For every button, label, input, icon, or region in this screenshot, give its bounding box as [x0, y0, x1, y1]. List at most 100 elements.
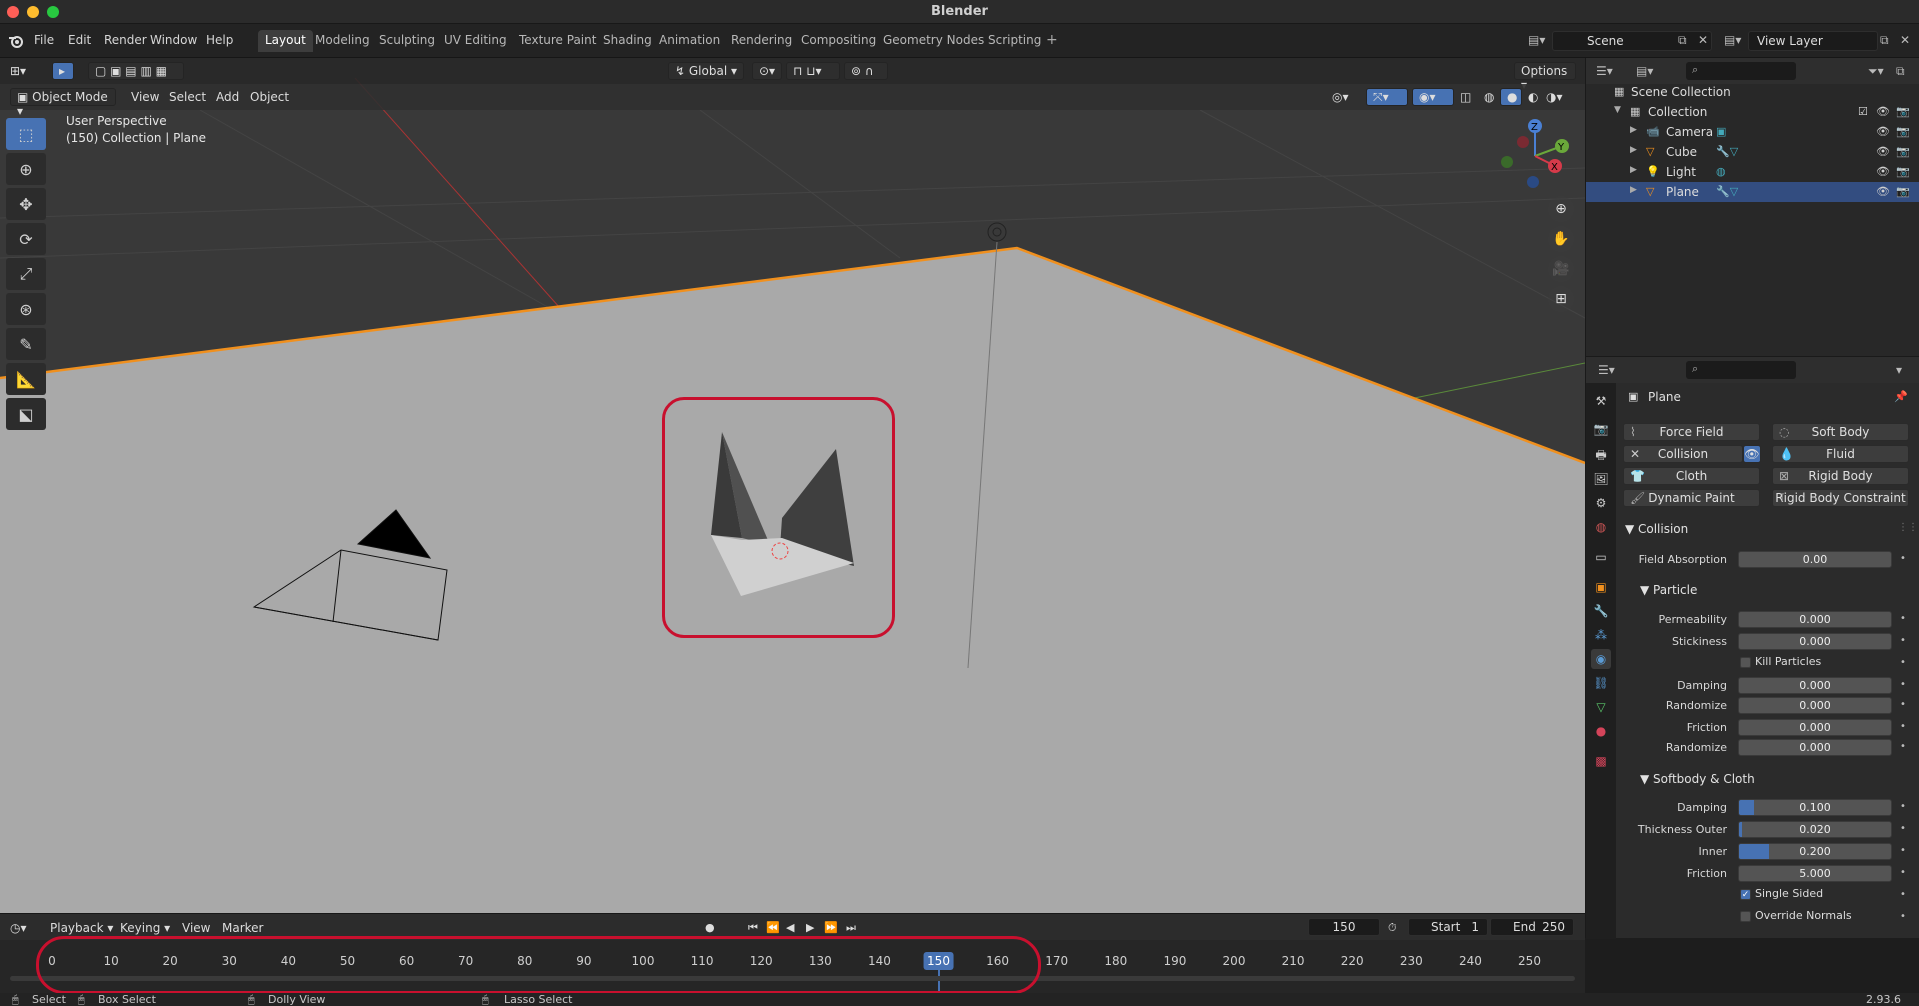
start-frame-field[interactable]: Start 1	[1408, 918, 1488, 936]
cube-expand-icon[interactable]: ▶	[1630, 145, 1637, 155]
3d-viewport[interactable]: ⊞▾ ▸ ▢ ▣ ▤ ▥ ▦ ↯ Global ▾ ⊙▾ ⊓ ⊔▾ ⊚ ∩ Op…	[0, 58, 1585, 913]
particle-panel-title[interactable]: Particle	[1653, 583, 1697, 597]
new-view-layer-icon[interactable]: ⧉	[1880, 33, 1889, 48]
light-data-icon[interactable]: ◍	[1716, 165, 1726, 178]
new-collection-icon[interactable]: ⧉	[1896, 64, 1905, 79]
outliner-scene-collection[interactable]: ▦ Scene Collection	[1586, 82, 1919, 102]
menu-edit[interactable]: Edit	[68, 33, 91, 47]
collection-checkbox-icon[interactable]: ☑	[1858, 105, 1868, 118]
texture-tab-icon[interactable]: ▩	[1591, 751, 1611, 771]
workspace-tab-layout[interactable]: Layout	[258, 30, 313, 52]
cube-visibility-icon[interactable]: 👁	[1876, 145, 1890, 158]
properties-options-icon[interactable]: ▾	[1896, 363, 1902, 377]
workspace-tab-shading[interactable]: Shading	[596, 30, 659, 52]
rotate-tool-icon[interactable]: ⟳	[6, 223, 46, 255]
transform-tool-icon[interactable]: ⊛	[6, 293, 46, 325]
collection-visibility-icon[interactable]: 👁	[1876, 105, 1890, 118]
friction-keyframe-icon[interactable]: •	[1900, 721, 1906, 732]
gizmo-toggle-icon[interactable]: ⤧▾	[1366, 88, 1408, 106]
menu-render[interactable]: Render	[104, 33, 147, 47]
overlay-toggle-icon[interactable]: ◉▾	[1412, 88, 1454, 106]
prev-keyframe-icon[interactable]: ⏪	[766, 921, 780, 934]
friction-randomize-field[interactable]: 0.000	[1738, 739, 1892, 756]
thickness-outer-keyframe-icon[interactable]: •	[1900, 823, 1906, 834]
inner-slider[interactable]: 0.200	[1738, 843, 1892, 860]
view-layer-tab-icon[interactable]: 🖼	[1591, 469, 1611, 489]
rigid-body-constraint-button[interactable]: ⊺ Rigid Body Constraint	[1772, 489, 1909, 507]
workspace-tab-texture-paint[interactable]: Texture Paint	[512, 30, 603, 52]
stickiness-keyframe-icon[interactable]: •	[1900, 635, 1906, 646]
play-reverse-icon[interactable]: ◀	[786, 921, 794, 934]
outliner-editor-type-icon[interactable]: ☰▾	[1596, 64, 1613, 78]
workspace-tab-geometry-nodes[interactable]: Geometry Nodes	[876, 30, 991, 52]
options-dropdown[interactable]: Options ▾	[1514, 62, 1576, 92]
collision-panel-title[interactable]: Collision	[1638, 522, 1688, 536]
collision-panel-expand-icon[interactable]: ▼	[1625, 522, 1634, 536]
outliner-search-input[interactable]: ⌕	[1686, 62, 1796, 80]
menu-window[interactable]: Window	[150, 33, 197, 47]
pivot-point-icon[interactable]: ⊙▾	[752, 62, 782, 80]
plane-render-icon[interactable]: 📷	[1896, 185, 1910, 198]
workspace-tab-compositing[interactable]: Compositing	[794, 30, 883, 52]
outliner-item-cube[interactable]: ▶ ▽ Cube 🔧▽ 👁 📷	[1586, 142, 1919, 162]
viewport-menu-select[interactable]: Select	[169, 90, 206, 104]
annotate-tool-icon[interactable]: ✎	[6, 328, 46, 360]
pin-icon[interactable]: 📌	[1894, 390, 1908, 403]
outliner-collection[interactable]: ▼ ▦ Collection ☑ 👁 📷	[1586, 102, 1919, 122]
plane-data-icon[interactable]: 🔧▽	[1716, 185, 1738, 198]
properties-editor-type-icon[interactable]: ☰▾	[1598, 363, 1615, 377]
measure-tool-icon[interactable]: 📐	[6, 363, 46, 395]
damping-field[interactable]: 0.000	[1738, 677, 1892, 694]
view-layer-selector-icon[interactable]: ▤▾	[1724, 33, 1741, 47]
playback-menu[interactable]: Playback ▾	[50, 921, 113, 935]
add-cube-tool-icon[interactable]: ⬕	[6, 398, 46, 430]
camera-visibility-icon[interactable]: 👁	[1876, 125, 1890, 138]
field-absorption-field[interactable]: 0.00	[1738, 551, 1892, 568]
end-frame-field[interactable]: End 250	[1490, 918, 1574, 936]
viewport-menu-view[interactable]: View	[131, 90, 159, 104]
softbody-panel-expand-icon[interactable]: ▼	[1640, 772, 1649, 786]
single-sided-keyframe-icon[interactable]: •	[1900, 889, 1906, 900]
collection-expand-icon[interactable]: ▼	[1614, 105, 1621, 115]
panel-grip-icon[interactable]: ⋮⋮	[1898, 522, 1918, 533]
zoom-icon[interactable]: ⊕	[1548, 196, 1574, 222]
rendered-shading-icon[interactable]: ◑▾	[1546, 90, 1563, 104]
select-box-tool-icon[interactable]: ⬚	[6, 118, 46, 150]
camera-expand-icon[interactable]: ▶	[1630, 125, 1637, 135]
marker-menu[interactable]: Marker	[222, 921, 263, 935]
perspective-toggle-icon[interactable]: ⊞	[1548, 286, 1574, 312]
selection-mode-icons[interactable]: ▢ ▣ ▤ ▥ ▦	[88, 62, 184, 80]
proportional-edit-icon[interactable]: ⊚ ∩	[844, 62, 888, 80]
delete-view-layer-icon[interactable]: ✕	[1900, 33, 1910, 47]
light-expand-icon[interactable]: ▶	[1630, 165, 1637, 175]
transform-orientation-dropdown[interactable]: ↯ Global ▾	[668, 62, 744, 80]
visibility-icon[interactable]: ◎▾	[1332, 90, 1349, 104]
workspace-tab-modeling[interactable]: Modeling	[308, 30, 377, 52]
plane-expand-icon[interactable]: ▶	[1630, 185, 1637, 195]
friction-randomize-keyframe-icon[interactable]: •	[1900, 741, 1906, 752]
field-absorption-keyframe-icon[interactable]: •	[1900, 553, 1906, 564]
new-scene-icon[interactable]: ⧉	[1678, 33, 1687, 48]
kill-particles-keyframe-icon[interactable]: •	[1900, 657, 1906, 668]
softbody-panel-title[interactable]: Softbody & Cloth	[1653, 772, 1755, 786]
rigid-body-button[interactable]: ⊠ Rigid Body	[1772, 467, 1909, 485]
jump-end-icon[interactable]: ⏭	[846, 921, 856, 935]
kill-particles-checkbox[interactable]	[1740, 657, 1751, 668]
physics-tab-icon[interactable]: ◉	[1591, 649, 1611, 669]
jump-start-icon[interactable]: ⏮	[748, 921, 758, 935]
scene-tab-icon[interactable]: ⚙	[1591, 493, 1611, 513]
single-sided-checkbox[interactable]: ✓	[1740, 889, 1751, 900]
collision-button[interactable]: ✕ Collision	[1623, 445, 1743, 463]
particle-panel-expand-icon[interactable]: ▼	[1640, 583, 1649, 597]
sb-damping-slider[interactable]: 0.100	[1738, 799, 1892, 816]
viewport-menu-add[interactable]: Add	[216, 90, 239, 104]
output-tab-icon[interactable]: 🖶	[1591, 445, 1611, 465]
plane-visibility-icon[interactable]: 👁	[1876, 185, 1890, 198]
timeline-editor[interactable]: ◷▾ Playback ▾ Keying ▾ View Marker ● ⏮ ⏪…	[0, 913, 1585, 994]
navigation-gizmo[interactable]: Z Y X	[1495, 116, 1575, 196]
xray-icon[interactable]: ◫	[1460, 90, 1471, 104]
current-frame-field[interactable]: 150	[1308, 918, 1380, 936]
scene-name-field[interactable]: Scene	[1552, 31, 1712, 51]
sb-friction-keyframe-icon[interactable]: •	[1900, 867, 1906, 878]
camera-render-icon[interactable]: 📷	[1896, 125, 1910, 138]
